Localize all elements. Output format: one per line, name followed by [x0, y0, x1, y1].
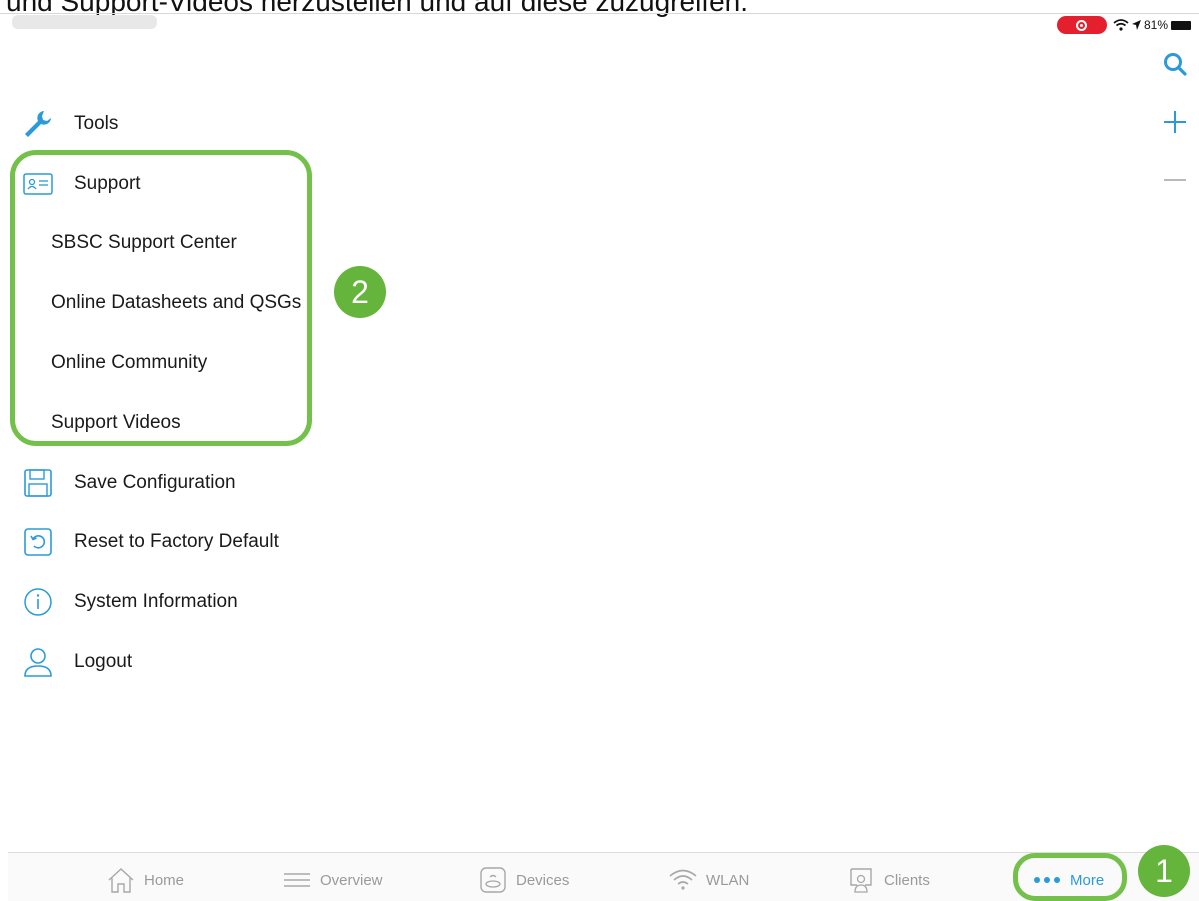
more-highlight-frame	[1013, 853, 1127, 901]
battery-icon	[1171, 20, 1191, 30]
plus-icon[interactable]	[1161, 108, 1189, 136]
menu-item-label: Reset to Factory Default	[74, 531, 279, 553]
menu-item-label: System Information	[74, 591, 238, 613]
tab-label: Home	[144, 871, 185, 889]
home-icon	[106, 865, 136, 895]
status-icons: 81%	[1113, 18, 1191, 32]
floppy-disk-icon	[21, 466, 55, 500]
tab-label: Devices	[516, 871, 570, 889]
info-icon	[21, 585, 55, 619]
tab-clients[interactable]: Clients	[846, 863, 930, 897]
menu-item-save-configuration[interactable]: Save Configuration	[0, 453, 330, 513]
menu-item-reset-factory-default[interactable]: Reset to Factory Default	[0, 513, 330, 573]
menu-item-label: Logout	[74, 651, 133, 673]
tab-label: Clients	[884, 871, 930, 889]
wifi-icon	[668, 865, 698, 895]
status-bar: 81%	[1056, 14, 1191, 36]
menu-item-system-information[interactable]: System Information	[0, 572, 330, 632]
screen-record-indicator[interactable]	[1056, 16, 1107, 34]
tab-label: Overview	[320, 871, 383, 889]
minus-icon[interactable]	[1161, 166, 1189, 194]
menu-item-label: Tools	[74, 112, 119, 134]
reset-icon	[21, 525, 55, 559]
wifi-icon	[1113, 19, 1129, 31]
tab-overview[interactable]: Overview	[282, 863, 383, 897]
record-icon	[1076, 19, 1088, 31]
step-badge-2: 2	[334, 266, 386, 318]
caption-strip: und Support-Videos herzustellen und auf …	[0, 0, 1199, 17]
location-icon	[1131, 20, 1141, 30]
search-icon[interactable]	[1161, 50, 1189, 78]
right-toolbar	[1161, 50, 1189, 224]
user-icon	[21, 645, 55, 679]
menu-item-tools[interactable]: Tools	[0, 94, 330, 154]
battery-percent: 81%	[1143, 18, 1168, 32]
step-badge-1: 1	[1138, 845, 1190, 897]
wrench-icon	[21, 107, 55, 141]
device-icon	[478, 865, 508, 895]
support-highlight-frame	[10, 150, 312, 446]
clients-icon	[846, 865, 876, 895]
tab-devices[interactable]: Devices	[478, 863, 569, 897]
list-icon	[282, 865, 312, 895]
caption-divider	[0, 13, 1199, 14]
menu-item-label: Save Configuration	[74, 471, 236, 493]
menu-item-logout[interactable]: Logout	[0, 632, 330, 692]
tab-wlan[interactable]: WLAN	[668, 863, 749, 897]
blurred-title	[12, 15, 157, 29]
tab-home[interactable]: Home	[106, 863, 184, 897]
tab-label: WLAN	[706, 871, 750, 889]
